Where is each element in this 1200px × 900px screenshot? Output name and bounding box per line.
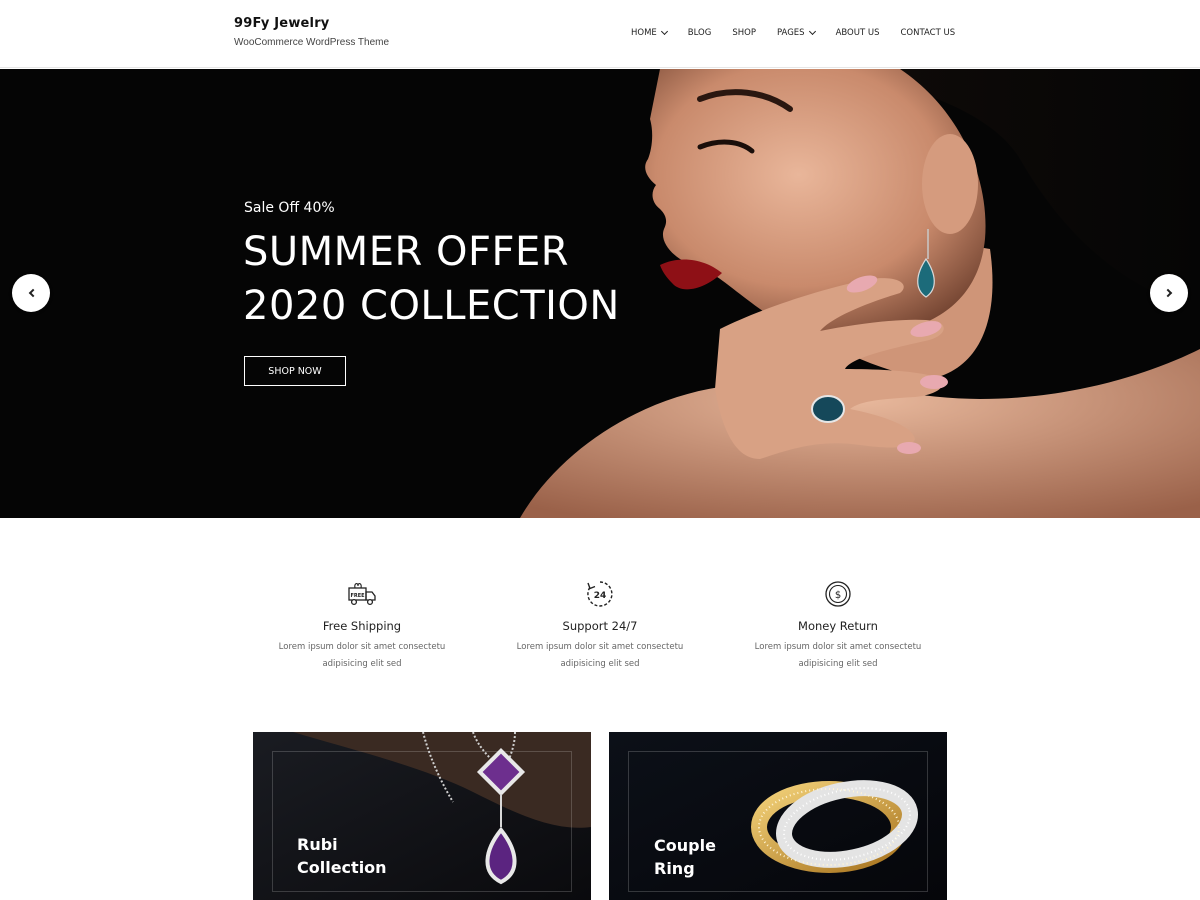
site-title[interactable]: 99Fy Jewelry	[234, 16, 389, 31]
hero-title-line: 2020 COLLECTION	[243, 283, 620, 329]
feature-title: Support 24/7	[562, 619, 638, 633]
hero-subtitle: Sale Off 40%	[244, 200, 335, 216]
slider-next-button[interactable]	[1150, 274, 1188, 312]
site-tagline: WooCommerce WordPress Theme	[234, 37, 390, 48]
nav-item-label: BLOG	[687, 28, 712, 38]
hero-title: SUMMER OFFER 2020 COLLECTION	[243, 225, 620, 333]
feature-support: 24 Support 24/7 Lorem ipsum dolor sit am…	[500, 579, 700, 673]
feature-title: Free Shipping	[322, 619, 402, 633]
hero-title-line: SUMMER OFFER	[243, 229, 570, 275]
nav-item-label: CONTACT US	[900, 28, 956, 38]
collection-banner-rubi[interactable]: Rubi Collection	[253, 732, 591, 900]
feature-description: Lorem ipsum dolor sit amet consectetu ad…	[516, 642, 684, 669]
nav-item-blog[interactable]: BLOG	[688, 28, 712, 38]
nav-item-label: PAGES	[776, 28, 805, 38]
nav-item-label: SHOP	[732, 28, 756, 38]
feature-title: Money Return	[798, 619, 878, 633]
feature-free-shipping: FREE Free Shipping Lorem ipsum dolor sit…	[262, 579, 462, 673]
feature-description: Lorem ipsum dolor sit amet consectetu ad…	[754, 642, 922, 669]
collection-label: Rubi Collection	[297, 835, 387, 877]
svg-text:FREE: FREE	[350, 593, 365, 599]
chevron-down-icon	[808, 27, 816, 36]
shop-now-button[interactable]: SHOP NOW	[244, 356, 346, 386]
free-delivery-truck-icon: FREE	[348, 583, 376, 606]
chevron-left-icon	[28, 288, 37, 298]
slider-prev-button[interactable]	[12, 274, 50, 312]
hero-slider: Sale Off 40% SUMMER OFFER 2020 COLLECTIO…	[0, 69, 1200, 518]
site-header: 99Fy Jewelry WooCommerce WordPress Theme…	[0, 0, 1200, 68]
collection-banner-couple-ring[interactable]: Couple Ring	[609, 732, 947, 900]
nav-item-label: HOME	[631, 28, 657, 38]
nav-item-label: ABOUT US	[835, 28, 880, 38]
brand[interactable]: 99Fy Jewelry WooCommerce WordPress Theme	[234, 16, 389, 48]
nav-item-home[interactable]: HOME	[631, 27, 668, 38]
svg-text:$: $	[835, 590, 841, 601]
nav-item-about-us[interactable]: ABOUT US	[836, 28, 880, 38]
chevron-down-icon	[660, 27, 668, 36]
features-section: FREE Free Shipping Lorem ipsum dolor sit…	[0, 518, 1200, 732]
money-return-icon: $	[825, 581, 851, 607]
chevron-right-icon	[1163, 288, 1172, 298]
svg-text:24: 24	[594, 591, 607, 601]
nav-item-shop[interactable]: SHOP	[732, 28, 756, 38]
support-24-icon: 24	[587, 581, 613, 607]
main-nav: HOME BLOG SHOP PAGES ABOUT US CONTACT US	[631, 27, 955, 38]
feature-description: Lorem ipsum dolor sit amet consectetu ad…	[278, 642, 446, 669]
feature-money-return: $ Money Return Lorem ipsum dolor sit ame…	[738, 579, 938, 673]
nav-item-pages[interactable]: PAGES	[776, 27, 816, 38]
collection-label: Couple Ring	[654, 836, 716, 878]
nav-item-contact-us[interactable]: CONTACT US	[900, 28, 955, 38]
